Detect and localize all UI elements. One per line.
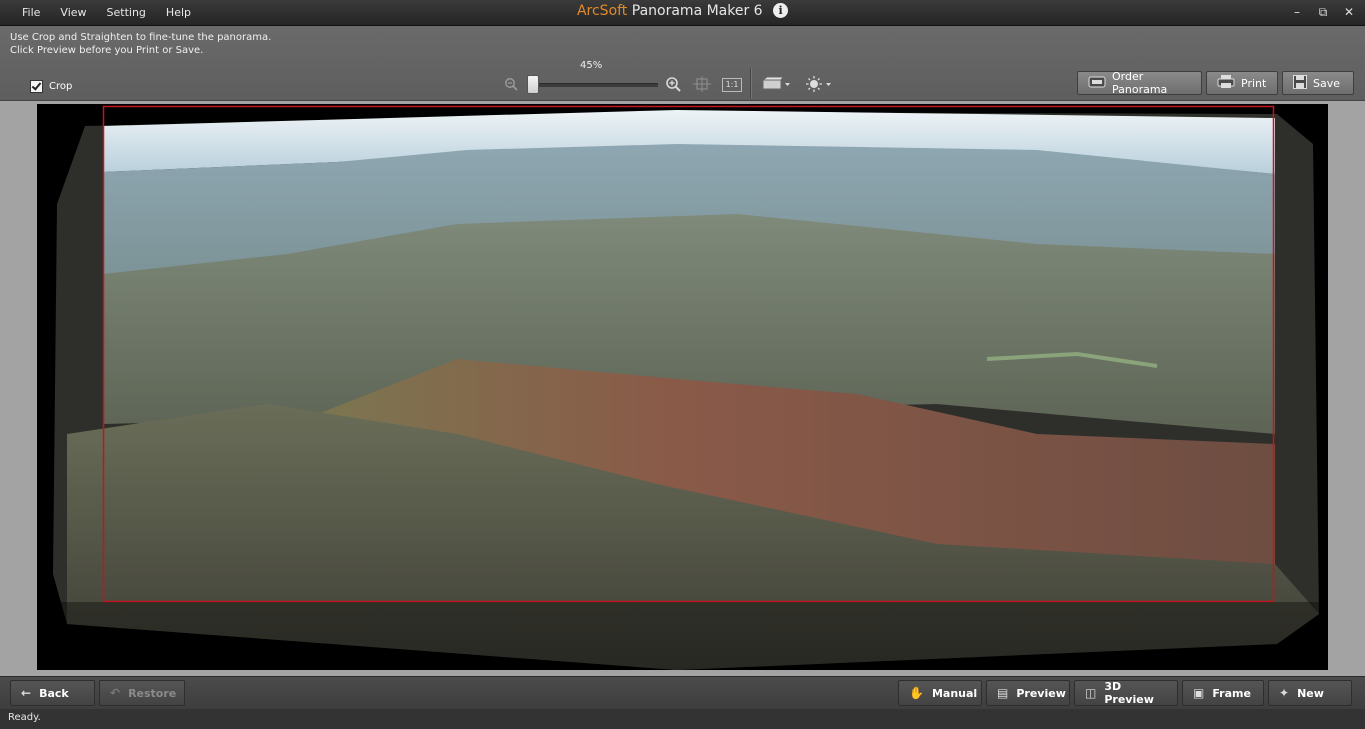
order-panorama-button[interactable]: Order Panorama (1077, 70, 1202, 96)
zoom-slider-thumb[interactable] (527, 75, 539, 94)
back-button[interactable]: ← Back (10, 680, 95, 706)
restore-icon: ↶ (110, 686, 121, 700)
zoom-slider-track[interactable] (530, 83, 658, 87)
app-product-name: Panorama Maker 6 (631, 3, 763, 19)
window-controls: – ⧉ ✕ (1289, 4, 1357, 20)
order-panorama-label: Order Panorama (1112, 70, 1168, 96)
minimize-icon[interactable]: – (1289, 4, 1305, 20)
arrow-left-icon: ← (21, 686, 32, 700)
brightness-dropdown-icon[interactable] (804, 76, 834, 92)
toolbar-separator (750, 68, 752, 98)
status-text: Ready. (8, 712, 41, 723)
bottom-nav-bar: ← Back ↶ Restore ✋ Manual ▤ Preview ◫ 3D… (0, 676, 1365, 709)
frame-button[interactable]: ▣ Frame (1182, 680, 1264, 706)
instruction-line-2: Click Preview before you Print or Save. (10, 45, 204, 56)
instruction-line-1: Use Crop and Straighten to fine-tune the… (10, 32, 272, 43)
close-icon[interactable]: ✕ (1341, 4, 1357, 20)
order-panorama-icon (1088, 75, 1106, 92)
frame-label: Frame (1212, 686, 1251, 700)
crop-checkbox[interactable] (30, 80, 43, 93)
restore-button[interactable]: ↶ Restore (99, 680, 185, 706)
preview-icon: ▤ (997, 686, 1009, 700)
frame-icon: ▣ (1193, 686, 1205, 700)
3d-preview-button[interactable]: ◫ 3D Preview (1074, 680, 1178, 706)
title-bar: File View Setting Help ArcSoft Panorama … (0, 0, 1365, 26)
preview-label: Preview (1016, 686, 1066, 700)
print-label: Print (1241, 76, 1267, 90)
save-label: Save (1313, 76, 1341, 90)
crop-toggle[interactable]: Crop (30, 80, 72, 93)
instruction-text: Use Crop and Straighten to fine-tune the… (10, 31, 271, 57)
panorama-canvas (0, 101, 1365, 676)
preview-button[interactable]: ▤ Preview (986, 680, 1070, 706)
crop-label: Crop (49, 81, 73, 92)
zoom-out-icon[interactable] (504, 77, 518, 91)
status-bar: Ready. (0, 709, 1365, 729)
3d-preview-label: 3D Preview (1104, 680, 1154, 706)
info-icon[interactable]: i (773, 3, 789, 18)
manual-label: Manual (931, 686, 978, 700)
panorama-image[interactable] (37, 104, 1328, 670)
hand-pointer-icon: ✋ (909, 686, 924, 700)
crop-outside-shade (37, 602, 1328, 670)
save-button[interactable]: Save (1282, 71, 1354, 95)
crop-tool-dropdown[interactable] (760, 76, 792, 92)
print-button[interactable]: Print (1206, 71, 1278, 95)
actual-size-button[interactable]: 1:1 (722, 78, 742, 92)
back-label: Back (39, 686, 69, 700)
app-title: ArcSoft Panorama Maker 6 i (0, 3, 1365, 19)
toolbar: Use Crop and Straighten to fine-tune the… (0, 26, 1365, 101)
manual-button[interactable]: ✋ Manual (898, 680, 982, 706)
new-button[interactable]: ✦ New (1268, 680, 1352, 706)
new-label: New (1297, 686, 1324, 700)
3d-preview-icon: ◫ (1085, 686, 1097, 700)
floppy-disk-icon (1293, 74, 1307, 92)
app-brand: ArcSoft (576, 3, 628, 19)
restore-label: Restore (128, 686, 177, 700)
zoom-in-icon[interactable] (664, 76, 682, 92)
zoom-level: 45% (580, 60, 603, 71)
restore-window-icon[interactable]: ⧉ (1315, 4, 1331, 20)
printer-icon (1217, 74, 1235, 92)
fit-window-icon[interactable] (692, 76, 712, 92)
new-star-icon: ✦ (1279, 686, 1290, 700)
